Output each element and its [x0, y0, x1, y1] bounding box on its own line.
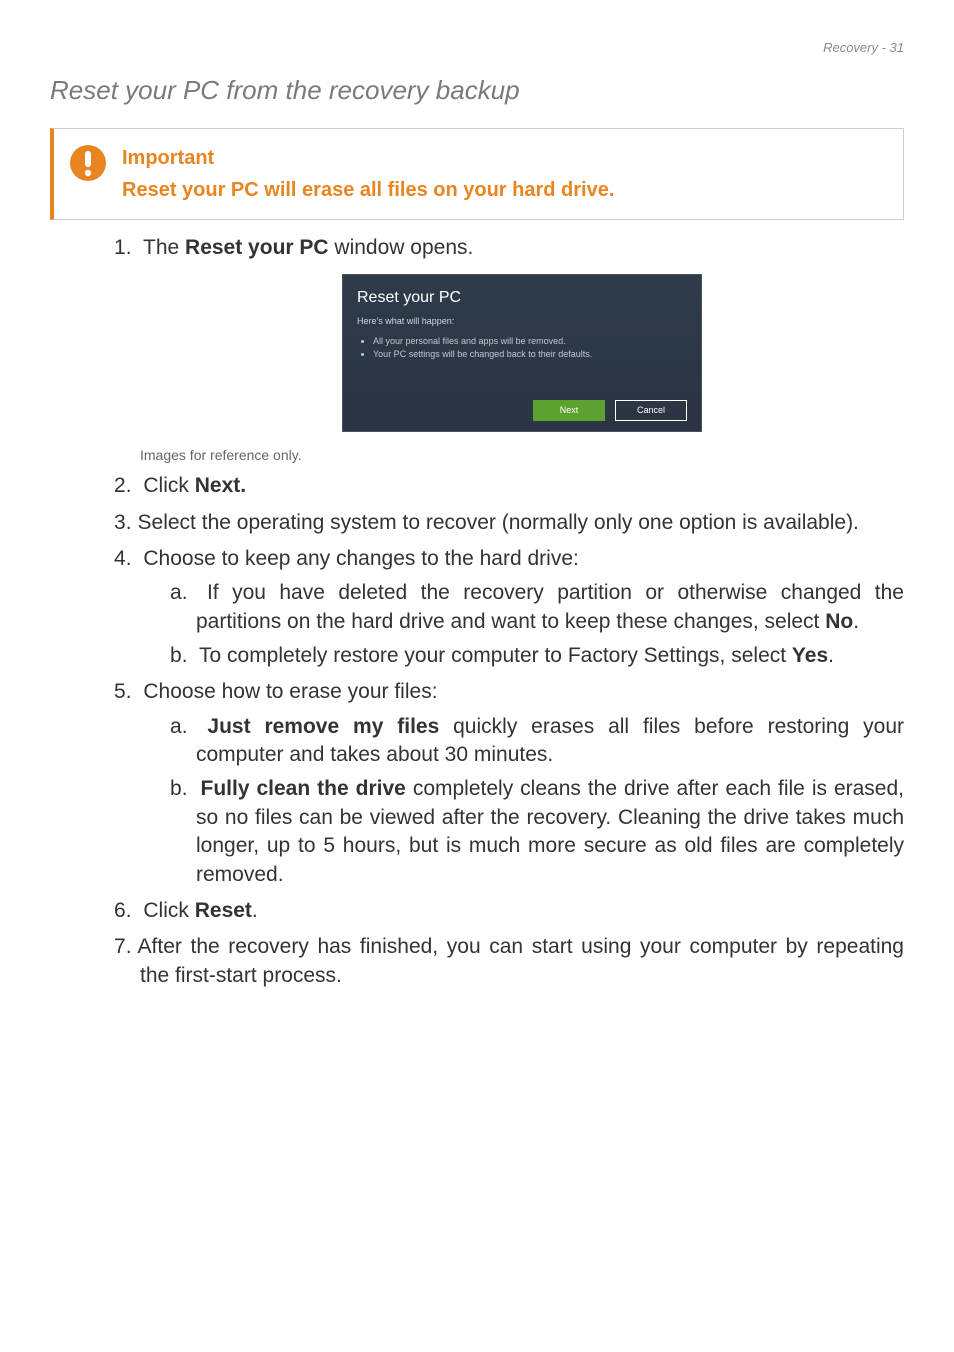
shot-bullet-2: Your PC settings will be changed back to…	[373, 348, 687, 360]
reference-note: Images for reference only.	[140, 446, 904, 465]
step-2-pre: Click	[143, 474, 194, 497]
important-text: Important Reset your PC will erase all f…	[122, 143, 614, 205]
reset-pc-screenshot: Reset your PC Here's what will happen: A…	[342, 274, 702, 431]
important-heading: Important	[122, 143, 614, 173]
cancel-button[interactable]: Cancel	[615, 400, 687, 420]
step-3: Select the operating system to recover (…	[114, 509, 904, 537]
step-5b: Fully clean the drive completely cleans …	[170, 775, 904, 888]
page: Recovery - 31 Reset your PC from the rec…	[0, 0, 954, 1048]
step-6-pre: Click	[143, 899, 194, 922]
step-4b-pre: To completely restore your computer to F…	[199, 644, 792, 667]
step-6: Click Reset.	[114, 897, 904, 925]
step-5-text: Choose how to erase your files:	[143, 680, 437, 703]
step-2: Click Next.	[114, 472, 904, 500]
body-content: The Reset your PC window opens. Reset yo…	[114, 234, 904, 990]
next-button[interactable]: Next	[533, 400, 605, 420]
step-2-bold: Next.	[195, 474, 246, 497]
step-6-bold: Reset	[195, 899, 252, 922]
section-title: Reset your PC from the recovery backup	[50, 75, 904, 106]
step-4b-post: .	[828, 644, 834, 667]
shot-title: Reset your PC	[357, 287, 687, 309]
step-4a-pre: If you have deleted the recovery partiti…	[196, 581, 904, 632]
shot-subtitle: Here's what will happen:	[357, 315, 687, 327]
step-5-sublist: Just remove my files quickly erases all …	[140, 713, 904, 889]
step-4-sublist: If you have deleted the recovery partiti…	[140, 579, 904, 670]
step-4a-post: .	[853, 610, 859, 633]
step-7: After the recovery has finished, you can…	[114, 933, 904, 990]
step-4: Choose to keep any changes to the hard d…	[114, 545, 904, 670]
step-1: The Reset your PC window opens. Reset yo…	[114, 234, 904, 464]
shot-bullets: All your personal files and apps will be…	[363, 335, 687, 360]
step-4a: If you have deleted the recovery partiti…	[170, 579, 904, 636]
page-header: Recovery - 31	[50, 40, 904, 55]
step-5a-bold: Just remove my files	[207, 715, 439, 738]
step-4a-bold: No	[825, 610, 853, 633]
step-4b: To completely restore your computer to F…	[170, 642, 904, 670]
step-1-pre: The	[143, 236, 185, 259]
step-1-bold: Reset your PC	[185, 236, 329, 259]
steps-list: The Reset your PC window opens. Reset yo…	[114, 234, 904, 990]
step-5a: Just remove my files quickly erases all …	[170, 713, 904, 770]
step-1-post: window opens.	[329, 236, 474, 259]
important-body: Reset your PC will erase all files on yo…	[122, 179, 614, 201]
alert-icon	[68, 143, 108, 183]
step-4b-bold: Yes	[792, 644, 828, 667]
shot-bullet-1: All your personal files and apps will be…	[373, 335, 687, 347]
important-callout: Important Reset your PC will erase all f…	[50, 128, 904, 220]
step-6-post: .	[252, 899, 258, 922]
step-4-text: Choose to keep any changes to the hard d…	[143, 547, 578, 570]
step-5b-bold: Fully clean the drive	[201, 777, 406, 800]
step-5: Choose how to erase your files: Just rem…	[114, 678, 904, 888]
shot-buttons: Next Cancel	[357, 400, 687, 420]
